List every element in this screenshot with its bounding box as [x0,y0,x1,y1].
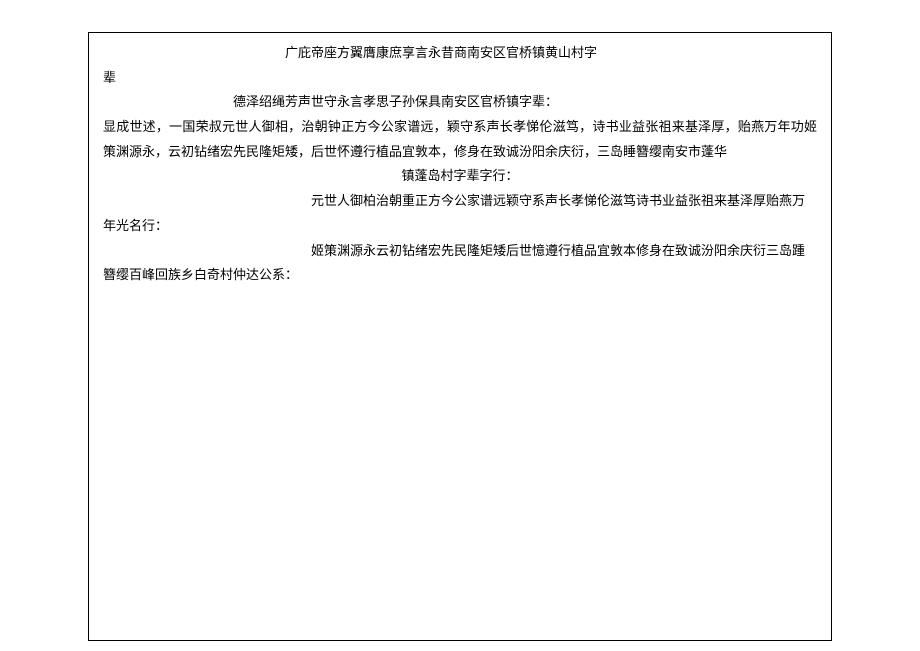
line-4: 显成世述，一国荣叔元世人御相，治朝钟正方今公家谱远，颖守系声长孝悌伦滋笃，诗书业… [103,115,817,164]
line-7: 姬策渊源永云初钻绪宏先民隆矩矮后世憶遵行植品宜敦本修身在致诚汾阳余庆衍三岛踵簪缨… [103,239,817,288]
line-1: 广庇帝座方翼膺康庶享言永昔商南安区官桥镇黄山村字 [103,41,817,66]
line-3: 德泽绍绳芳声世守永言孝思子孙保具南安区官桥镇字辈： [103,90,817,115]
line-6: 元世人御柏治朝重正方今公家谱远颖守系声长孝悌伦滋笃诗书业益张祖来基泽厚贻燕万年光… [103,189,817,238]
line-2: 辈 [103,66,817,91]
line-5: 镇蓬岛村字辈字行： [103,164,817,189]
document-frame: 广庇帝座方翼膺康庶享言永昔商南安区官桥镇黄山村字 辈 德泽绍绳芳声世守永言孝思子… [88,32,832,641]
